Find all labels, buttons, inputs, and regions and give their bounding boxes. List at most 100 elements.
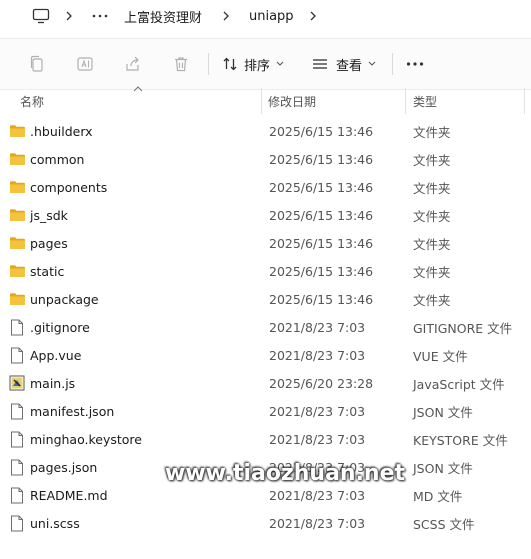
file-name: manifest.json: [30, 403, 115, 419]
column-header-date[interactable]: 修改日期: [268, 88, 403, 114]
file-name-cell: components: [8, 173, 258, 201]
file-type: 文件夹: [413, 264, 451, 280]
file-name-cell: pages: [8, 229, 258, 257]
file-row[interactable]: App.vue 2021/8/23 7:03 VUE 文件: [0, 341, 531, 369]
file-name: main.js: [30, 375, 76, 391]
file-date: 2025/6/20 23:28: [269, 375, 374, 391]
file-name-cell: minghao.keystore: [8, 425, 258, 453]
file-type: JSON 文件: [413, 404, 473, 420]
column-header-label: 名称: [20, 94, 45, 109]
file-name-cell: uni.scss: [8, 509, 258, 537]
breadcrumb-more-icon[interactable]: [92, 0, 108, 32]
file-name-cell: .hbuilderx: [8, 117, 258, 145]
breadcrumb-label: uniapp: [249, 8, 294, 24]
file-date: 2025/6/15 13:46: [269, 263, 374, 279]
file-row[interactable]: common 2025/6/15 13:46 文件夹: [0, 145, 531, 173]
this-pc-icon[interactable]: [32, 0, 50, 32]
file-icon: [8, 346, 26, 364]
file-row[interactable]: js_sdk 2025/6/15 13:46 文件夹: [0, 201, 531, 229]
file-row[interactable]: minghao.keystore 2021/8/23 7:03 KEYSTORE…: [0, 425, 531, 453]
file-type: 文件夹: [413, 208, 451, 224]
breadcrumb-chevron-icon[interactable]: [64, 0, 74, 32]
view-button[interactable]: 查看: [312, 49, 376, 79]
file-type: VUE 文件: [413, 348, 468, 364]
file-type: 文件夹: [413, 236, 451, 252]
file-name-cell: unpackage: [8, 285, 258, 313]
file-row[interactable]: .hbuilderx 2025/6/15 13:46 文件夹: [0, 117, 531, 145]
file-type: GITIGNORE 文件: [413, 320, 513, 336]
folder-icon: [8, 178, 26, 196]
breadcrumb-chevron-icon[interactable]: [308, 0, 318, 32]
folder-icon: [8, 150, 26, 168]
file-type: SCSS 文件: [413, 516, 475, 532]
file-row[interactable]: uni.scss 2021/8/23 7:03 SCSS 文件: [0, 509, 531, 537]
file-date: 2025/6/15 13:46: [269, 179, 374, 195]
breadcrumb-chevron-icon[interactable]: [221, 0, 231, 32]
file-date: 2021/8/23 7:03: [269, 403, 366, 419]
file-row[interactable]: .gitignore 2021/8/23 7:03 GITIGNORE 文件: [0, 313, 531, 341]
rename-icon: [77, 57, 93, 71]
file-type: JavaScript 文件: [413, 376, 505, 392]
file-date: 2025/6/15 13:46: [269, 291, 374, 307]
file-row[interactable]: pages 2025/6/15 13:46 文件夹: [0, 229, 531, 257]
file-icon: [8, 458, 26, 476]
script-file-icon: [8, 374, 26, 392]
file-type: 文件夹: [413, 292, 451, 308]
file-icon: [8, 514, 26, 532]
command-bar: 排序 查看: [0, 38, 531, 90]
folder-icon: [8, 122, 26, 140]
column-header-label: 类型: [413, 94, 438, 109]
sort-ascending-icon: [133, 86, 143, 92]
folder-icon: [8, 206, 26, 224]
file-icon: [8, 318, 26, 336]
more-options-button[interactable]: [404, 49, 426, 79]
column-header-type[interactable]: 类型: [413, 88, 513, 114]
breadcrumb-item-parent[interactable]: 上富投资理财: [124, 0, 202, 32]
file-name: uni.scss: [30, 515, 80, 531]
file-row[interactable]: main.js 2025/6/20 23:28 JavaScript 文件: [0, 369, 531, 397]
file-explorer-window: 上富投资理财 uniapp 排序 查看 名称 修改日期 类型 .hbuilder…: [0, 0, 531, 559]
sort-label: 排序: [244, 58, 271, 74]
folder-icon: [8, 290, 26, 308]
file-name-cell: main.js: [8, 369, 258, 397]
column-divider[interactable]: [405, 88, 406, 114]
share-icon: [126, 56, 139, 71]
rename-button[interactable]: [72, 49, 98, 79]
column-divider[interactable]: [524, 88, 525, 114]
copy-button[interactable]: [24, 49, 50, 79]
file-row[interactable]: components 2025/6/15 13:46 文件夹: [0, 173, 531, 201]
file-type: KEYSTORE 文件: [413, 432, 508, 448]
file-name: minghao.keystore: [30, 431, 142, 447]
sort-button[interactable]: 排序: [222, 49, 284, 79]
file-type: 文件夹: [413, 124, 451, 140]
file-name-cell: static: [8, 257, 258, 285]
file-name: .hbuilderx: [30, 123, 93, 139]
file-date: 2021/8/23 7:03: [269, 347, 366, 363]
file-icon: [8, 402, 26, 420]
view-list-icon: [313, 59, 327, 69]
file-name-cell: App.vue: [8, 341, 258, 369]
breadcrumb-item-current[interactable]: uniapp: [249, 0, 294, 32]
file-row[interactable]: unpackage 2025/6/15 13:46 文件夹: [0, 285, 531, 313]
more-icon: [406, 62, 424, 66]
sort-icon: [223, 57, 237, 71]
share-button[interactable]: [120, 49, 146, 79]
delete-button[interactable]: [168, 49, 194, 79]
file-name: App.vue: [30, 347, 82, 363]
file-name: unpackage: [30, 291, 99, 307]
file-date: 2025/6/15 13:46: [269, 123, 374, 139]
file-row[interactable]: static 2025/6/15 13:46 文件夹: [0, 257, 531, 285]
copy-icon: [30, 55, 43, 72]
file-name: README.md: [30, 487, 108, 503]
file-row[interactable]: manifest.json 2021/8/23 7:03 JSON 文件: [0, 397, 531, 425]
view-label: 查看: [336, 58, 363, 74]
file-date: 2021/8/23 7:03: [269, 319, 366, 335]
folder-icon: [8, 262, 26, 280]
column-header-label: 修改日期: [268, 94, 317, 109]
file-name: .gitignore: [30, 319, 90, 335]
file-name-cell: .gitignore: [8, 313, 258, 341]
file-date: 2021/8/23 7:03: [269, 515, 366, 531]
column-divider[interactable]: [261, 88, 262, 114]
file-date: 2025/6/15 13:46: [269, 207, 374, 223]
address-bar: 上富投资理财 uniapp: [0, 0, 531, 32]
